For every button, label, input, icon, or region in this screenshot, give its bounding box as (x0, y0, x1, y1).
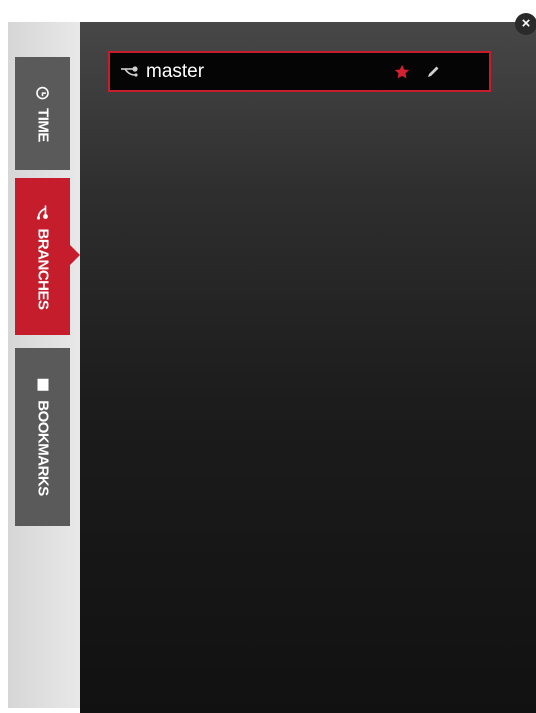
branch-icon (120, 65, 140, 79)
tab-bookmarks[interactable]: BOOKMARKS (15, 348, 70, 526)
branch-icon (36, 204, 50, 220)
tab-time[interactable]: TIME (15, 57, 70, 170)
tab-branches-label: BRANCHES (34, 227, 51, 310)
branch-item-master[interactable]: master (108, 51, 491, 92)
branches-panel (80, 22, 536, 713)
tab-bookmarks-label: BOOKMARKS (34, 400, 51, 496)
tab-branches[interactable]: BRANCHES (15, 178, 80, 335)
bookmark-icon (36, 378, 49, 392)
pencil-icon[interactable] (425, 64, 441, 80)
branch-name: master (146, 60, 205, 82)
branch-selector-popup: × TIME BRANCHES BOOKMARKS master (0, 0, 536, 713)
clock-icon (36, 86, 50, 100)
close-button[interactable]: × (515, 13, 536, 35)
tab-time-label: TIME (34, 107, 51, 142)
close-icon: × (521, 15, 531, 32)
star-icon[interactable] (393, 63, 411, 81)
